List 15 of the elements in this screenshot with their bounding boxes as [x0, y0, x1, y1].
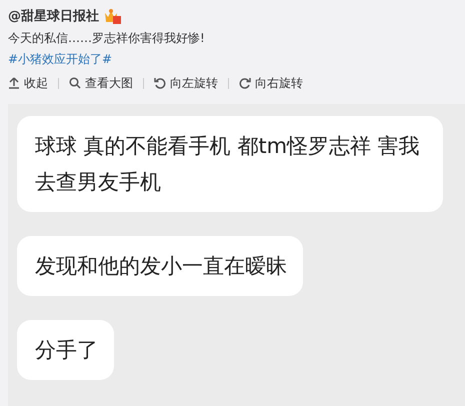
post-text: 今天的私信……罗志祥你害得我好惨! [8, 30, 206, 47]
message-bubble: 发现和他的发小一直在暧昧 [17, 236, 303, 296]
rotate-left-icon [154, 77, 166, 89]
crown-badge-icon [103, 8, 121, 24]
message-bubble: 分手了 [17, 320, 114, 380]
hashtag-link[interactable]: #小猪效应开始了# [8, 51, 457, 69]
upload-arrow-icon [8, 77, 20, 89]
collapse-link[interactable]: 收起 [8, 74, 48, 92]
search-icon [69, 77, 81, 89]
message-bubble: 球球 真的不能看手机 都tm怪罗志祥 害我去查男友手机 [17, 116, 443, 212]
rotate-right-icon [239, 77, 251, 89]
author-name[interactable]: @甜星球日报社 [8, 7, 99, 25]
zoom-link[interactable]: 查看大图 [69, 74, 133, 92]
rotate-link[interactable]: 向右旋转 [239, 74, 303, 92]
rotate-link[interactable]: 向左旋转 [154, 74, 218, 92]
